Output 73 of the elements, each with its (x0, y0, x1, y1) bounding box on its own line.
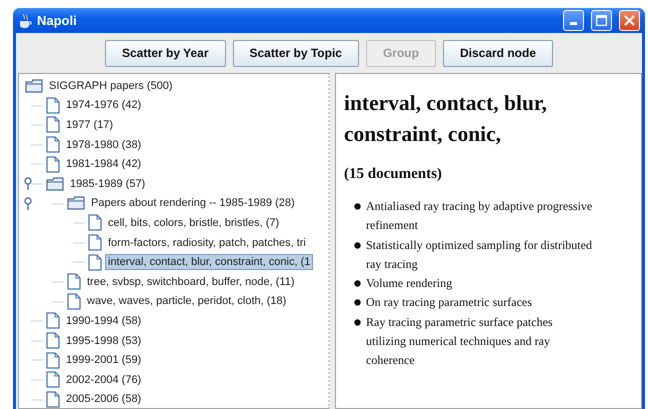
tree-item[interactable]: 1990-1994 (58) (63, 312, 144, 329)
document-title: Statistically optimized sampling for distributed ray tracing (366, 236, 593, 273)
topic-heading: interval, contact, blur, constraint, conic, (344, 90, 548, 148)
tree-line (73, 222, 85, 224)
tree-item[interactable]: 2002-2004 (76) (63, 372, 144, 388)
document-icon (88, 254, 102, 271)
bullet-icon (354, 203, 361, 210)
document-icon (46, 352, 60, 369)
tree-line (31, 340, 43, 342)
document-icon (46, 96, 60, 114)
document-icon (88, 234, 102, 252)
expand-handle-icon[interactable] (23, 176, 33, 191)
tree-item[interactable]: 1999-2001 (59) (63, 352, 144, 368)
document-icon (88, 214, 102, 232)
document-title: On ray tracing parametric surfaces (366, 294, 532, 312)
tree-item[interactable]: 1978-1980 (38) (63, 136, 144, 153)
document-title: Volume rendering (366, 275, 452, 292)
minimize-button[interactable] (563, 10, 584, 31)
document-icon (46, 116, 60, 134)
tree-line (31, 163, 43, 166)
toolbar-button[interactable]: Discard node (442, 40, 553, 66)
expand-handle-icon[interactable] (23, 196, 33, 211)
document-icon (46, 332, 60, 350)
tree-line (31, 144, 43, 146)
close-button[interactable] (619, 10, 640, 31)
tree-item[interactable]: tree, svbsp, switchboard, buffer, node, (11) (84, 274, 298, 290)
tree-item[interactable]: wave, waves, particle, peridot, cloth, (18) (84, 293, 290, 310)
window-title: Napoli (37, 13, 78, 28)
bullet-icon (354, 280, 361, 288)
document-icon (46, 136, 60, 154)
tree-line (31, 104, 43, 107)
tree-line (31, 378, 43, 381)
folder-icon (46, 176, 64, 191)
tree-line (31, 182, 43, 185)
document-count: (15 documents) (344, 166, 443, 183)
document-icon (46, 371, 60, 388)
maximize-icon (596, 15, 607, 26)
tree-line (31, 320, 43, 322)
tree-line (52, 300, 64, 303)
tree-item[interactable]: 2005-2006 (58) (63, 391, 144, 408)
tree-item[interactable]: Papers about rendering -- 1985-1989 (28) (88, 195, 298, 212)
document-title: Antialiased ray tracing by adaptive progressive refinement (366, 198, 594, 234)
toolbar-button[interactable]: Scatter by Topic (232, 40, 359, 66)
tree-item[interactable]: 1995-1998 (53) (63, 332, 144, 349)
tree-line (31, 359, 43, 362)
tree-item[interactable]: SIGGRAPH papers (500) (46, 78, 176, 94)
maximize-button[interactable] (591, 10, 612, 31)
tree-line (73, 261, 85, 264)
tree-item[interactable]: 1977 (17) (63, 116, 116, 133)
document-icon (46, 312, 60, 330)
tree-item[interactable]: form-factors, radiosity, patch, patches, tri (105, 234, 309, 251)
tree-line (31, 124, 43, 126)
tree-item[interactable]: 1974-1976 (42) (63, 97, 144, 114)
close-icon (624, 15, 635, 26)
document-icon (46, 156, 60, 173)
document-icon (67, 292, 81, 310)
tree-line (73, 242, 85, 244)
folder-icon (67, 196, 85, 210)
tree-line (52, 280, 64, 283)
document-icon (67, 273, 81, 290)
tree-item[interactable]: 1985-1989 (57) (67, 176, 148, 192)
bullet-icon (354, 242, 361, 249)
tree-item[interactable]: 1981-1984 (42) (63, 156, 144, 172)
bullet-icon (354, 318, 361, 326)
tree-line (31, 398, 43, 400)
document-title: Ray tracing parametric surface patches utilizing numerical techniques and ray coherence (366, 314, 554, 370)
tree-line (52, 202, 64, 205)
folder-icon (25, 78, 43, 93)
toolbar-button[interactable]: Scatter by Year (104, 40, 226, 66)
coffee-cup-icon (18, 12, 32, 28)
tree-item[interactable]: interval, contact, blur, constraint, conic, (1 (105, 254, 314, 270)
tree-item[interactable]: cell, bits, colors, bristle, bristles, (7) (105, 214, 282, 231)
bullet-icon (354, 299, 361, 306)
